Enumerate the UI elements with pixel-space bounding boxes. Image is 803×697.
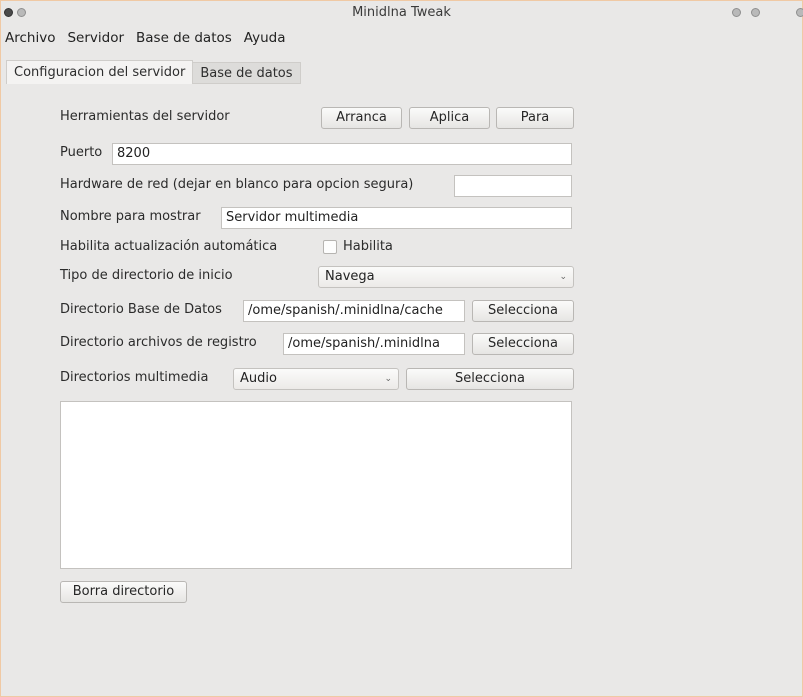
tab-base-de-datos[interactable]: Base de datos bbox=[193, 62, 301, 84]
title-bar: Minidlna Tweak bbox=[0, 0, 803, 24]
chevron-down-icon: ⌄ bbox=[384, 374, 392, 384]
db-dir-label: Directorio Base de Datos bbox=[60, 302, 222, 317]
media-type-value: Audio bbox=[240, 371, 277, 386]
log-dir-label: Directorio archivos de registro bbox=[60, 335, 257, 350]
shade-window-icon[interactable] bbox=[732, 8, 741, 17]
delete-directory-button[interactable]: Borra directorio bbox=[60, 581, 187, 603]
menu-archivo[interactable]: Archivo bbox=[0, 28, 61, 48]
autoupdate-checkbox-label[interactable]: Habilita bbox=[343, 237, 393, 257]
menu-base-de-datos[interactable]: Base de datos bbox=[130, 28, 238, 48]
db-dir-field[interactable]: ome/spanish/.minidlna/cache/ bbox=[243, 300, 465, 322]
media-dirs-label: Directorios multimedia bbox=[60, 370, 209, 385]
autoupdate-label: Habilita actualización automática bbox=[60, 239, 278, 254]
hardware-field[interactable] bbox=[454, 175, 572, 197]
autoupdate-checkbox[interactable] bbox=[323, 240, 337, 254]
log-dir-field[interactable]: ome/spanish/.minidlna/ bbox=[283, 333, 465, 355]
start-dir-value: Navega bbox=[325, 269, 375, 284]
maximize-window-icon[interactable] bbox=[751, 8, 760, 17]
display-name-label: Nombre para mostrar bbox=[60, 209, 201, 224]
start-dir-label: Tipo de directorio de inicio bbox=[60, 268, 233, 283]
server-tools-label: Herramientas del servidor bbox=[60, 109, 230, 124]
menu-ayuda[interactable]: Ayuda bbox=[238, 28, 292, 48]
port-label: Puerto bbox=[60, 145, 103, 160]
port-field[interactable]: 8200 bbox=[112, 143, 572, 165]
log-dir-select-button[interactable]: Selecciona bbox=[472, 333, 574, 355]
media-dirs-list[interactable] bbox=[60, 401, 572, 569]
db-dir-select-button[interactable]: Selecciona bbox=[472, 300, 574, 322]
media-dir-select-button[interactable]: Selecciona bbox=[406, 368, 574, 390]
tab-bar: Configuracion del servidor Base de datos bbox=[6, 60, 301, 84]
window-title: Minidlna Tweak bbox=[352, 5, 451, 20]
stop-button[interactable]: Para bbox=[496, 107, 574, 129]
display-name-field[interactable]: Servidor multimedia bbox=[221, 207, 572, 229]
media-type-select[interactable]: Audio ⌄ bbox=[233, 368, 399, 390]
menu-servidor[interactable]: Servidor bbox=[61, 28, 130, 48]
menu-bar: Archivo Servidor Base de datos Ayuda bbox=[0, 28, 292, 48]
start-dir-select[interactable]: Navega ⌄ bbox=[318, 266, 574, 288]
apply-button[interactable]: Aplica bbox=[409, 107, 490, 129]
tab-configuracion-servidor[interactable]: Configuracion del servidor bbox=[6, 60, 194, 84]
keep-above-icon[interactable] bbox=[796, 8, 803, 17]
chevron-down-icon: ⌄ bbox=[559, 272, 567, 282]
hardware-label: Hardware de red (dejar en blanco para op… bbox=[60, 177, 414, 192]
start-button[interactable]: Arranca bbox=[321, 107, 402, 129]
